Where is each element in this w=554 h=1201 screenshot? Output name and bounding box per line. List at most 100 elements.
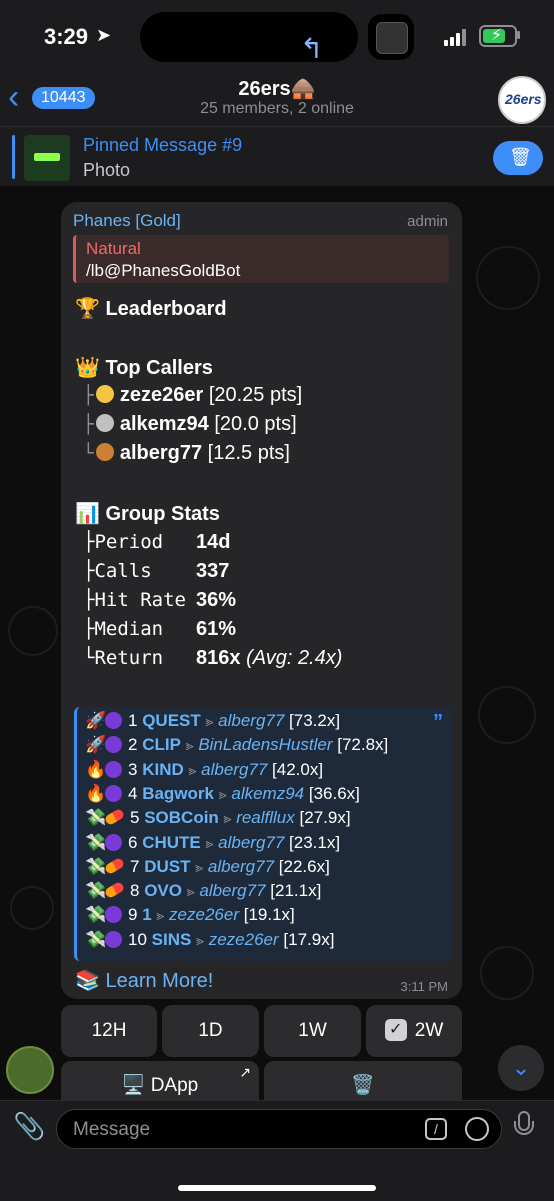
caller-link[interactable]: realfllux [236,808,295,827]
message-field[interactable]: / [56,1109,502,1149]
caller-name: alkemz94 [119,413,209,435]
microphone-icon[interactable] [512,1111,536,1147]
chat-title[interactable]: 26ers🛖 [0,76,554,101]
token-link[interactable]: KIND [142,760,184,779]
arrow-icon: ⪢ [188,761,197,778]
pill-icon [103,881,126,900]
sender-role: admin [407,213,448,230]
top-callers-heading: 👑 Top Callers [75,357,213,379]
token-multiplier: [17.9x] [283,929,335,949]
button-label: 1W [298,1020,327,1041]
reply-preview[interactable]: Natural /lb@PhanesGoldBot [73,235,449,283]
arrow-icon: ⪢ [185,737,194,754]
paperclip-icon[interactable]: 📎 [13,1111,45,1142]
learn-more-line[interactable]: 📚 Learn More! [75,968,213,993]
stat-extra: (Avg: 2.4x) [246,647,343,669]
token-row: 💸 7 DUST ⪢ alberg77 [22.6x] [85,856,330,877]
token-status-icon: 🚀 [85,735,107,755]
token-multiplier: [27.9x] [299,808,351,828]
live-activity-icon [368,14,414,60]
group-avatar[interactable]: 26ers [498,76,546,124]
token-link[interactable]: DUST [144,857,190,876]
token-multiplier: [23.1x] [289,832,341,852]
token-link[interactable]: Bagwork [142,784,214,803]
slash-command-icon[interactable]: / [425,1118,447,1140]
timeframe-button-12h[interactable]: 12H [61,1005,157,1057]
group-stat-row: ├Period 14d [83,531,230,554]
stat-value: 816x [196,647,241,669]
token-rank: 6 [128,832,138,852]
caller-link[interactable]: zeze26er [209,930,279,949]
token-link[interactable]: SOBCoin [144,808,219,827]
token-row: 🚀 2 CLIP ⪢ BinLadensHustler [72.8x] [85,735,388,755]
stat-value: 14d [196,531,231,553]
token-multiplier: [22.6x] [278,856,330,876]
purple-circle-icon [105,760,122,778]
caller-link[interactable]: alberg77 [199,881,265,900]
dapp-button[interactable]: 🖥️ DApp ↗ [61,1061,259,1101]
token-row: 💸 8 OVO ⪢ alberg77 [21.1x] [85,881,321,901]
medal-icon [95,385,114,403]
sender-avatar[interactable] [6,1046,54,1094]
delete-button[interactable]: 🗑️ [264,1061,462,1101]
button-label: 2W [414,1020,444,1041]
token-link[interactable]: SINS [152,930,192,949]
token-link[interactable]: 1 [142,905,151,924]
token-rank: 9 [128,905,138,925]
tree-connector: ├ [83,385,94,406]
chevron-down-icon[interactable]: ⌄ [498,1045,544,1091]
medal-icon [95,443,114,461]
caller-link[interactable]: zeze26er [169,905,239,924]
purple-circle-icon [105,906,122,924]
token-status-icon: 💸 [85,905,107,925]
arrow-icon: ⪢ [186,883,195,900]
caller-link[interactable]: alberg77 [201,760,267,779]
top-caller-row: ├ alkemz94 [20.0 pts] [83,413,297,436]
caller-name: alberg77 [119,442,203,464]
token-multiplier: [19.1x] [243,905,295,925]
leaderboard-heading: 🏆 Leaderboard [75,298,227,320]
arrow-icon: ⪢ [195,858,204,875]
external-link-icon: ↗ [239,1064,251,1080]
caller-link[interactable]: alberg77 [218,711,284,730]
arrow-icon: ⪢ [218,785,227,802]
timeframe-button-2w[interactable]: ✓ 2W [366,1005,462,1057]
top-tokens-quote: ” 🚀 1 QUEST ⪢ alberg77 [73.2x] 🚀 2 CLIP ⪢ B… [74,707,451,961]
message-input[interactable] [71,1116,405,1144]
location-arrow-icon: ➤ [96,25,112,45]
token-link[interactable]: OVO [144,881,182,900]
caller-link[interactable]: BinLadensHustler [198,735,332,754]
token-status-icon: 💸 [85,856,107,876]
cellular-signal-icon [444,28,470,46]
stat-value: 337 [196,560,230,582]
token-multiplier: [36.6x] [308,783,360,803]
group-stat-row: └Return 816x (Avg: 2.4x) [83,647,342,670]
token-link[interactable]: CLIP [142,735,181,754]
turn-arrow-icon: ↰ [300,33,324,64]
token-status-icon: 🔥 [85,783,107,803]
pinned-message-bar[interactable]: Pinned Message #9 Photo 🗑 [0,126,554,187]
token-rank: 7 [130,856,140,876]
timer-icon[interactable] [465,1117,489,1141]
caller-link[interactable]: alkemz94 [231,784,304,803]
token-row: 🔥 4 Bagwork ⪢ alkemz94 [36.6x] [85,784,360,804]
bot-message-bubble[interactable]: Phanes [Gold] admin Natural /lb@PhanesGo… [61,202,462,999]
arrow-icon: ⪢ [196,931,204,948]
token-row: 💸 9 1 ⪢ zeze26er [19.1x] [85,905,295,925]
caller-link[interactable]: alberg77 [208,857,274,876]
token-link[interactable]: QUEST [142,711,201,730]
token-row: 💸 6 CHUTE ⪢ alberg77 [23.1x] [85,833,340,853]
learn-more-link[interactable]: Learn More! [105,970,213,992]
token-row: 🔥 3 KIND ⪢ alberg77 [42.0x] [85,760,323,780]
pill-icon [103,808,126,827]
caller-link[interactable]: alberg77 [218,833,284,852]
purple-circle-icon [105,736,122,754]
desktop-icon: 🖥️ [121,1075,146,1096]
caller-name: zeze26er [119,384,204,406]
token-link[interactable]: CHUTE [142,833,201,852]
token-status-icon: 🚀 [85,711,107,730]
sender-name[interactable]: Phanes [Gold] [73,211,181,231]
unpin-button[interactable]: 🗑 [493,141,543,175]
purple-circle-icon [105,712,122,729]
timeframe-button-1w[interactable]: 1W [264,1005,361,1057]
